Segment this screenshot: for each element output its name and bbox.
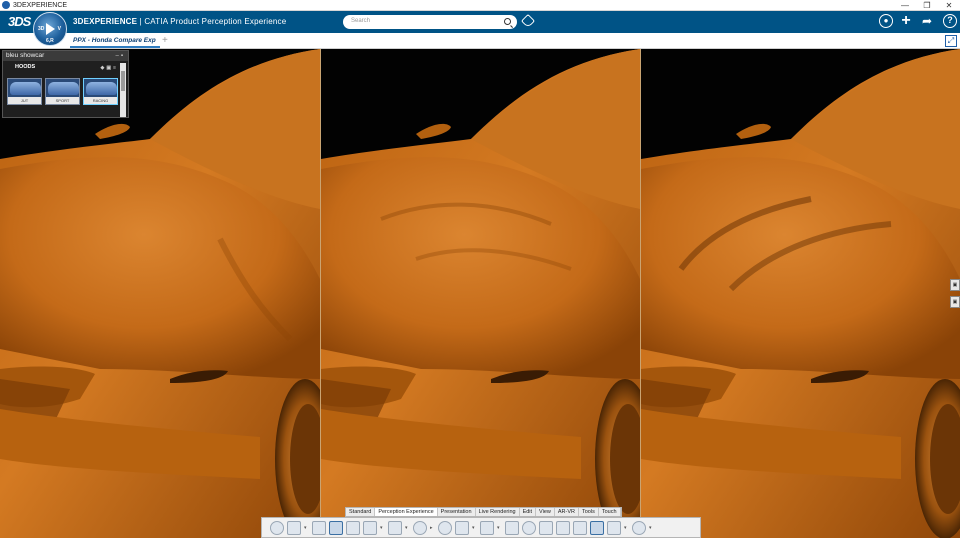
tab-ar-vr[interactable]: AR-VR xyxy=(555,508,579,516)
tab-presentation[interactable]: Presentation xyxy=(438,508,476,516)
share-icon[interactable]: ➦ xyxy=(920,14,934,28)
action-bar-tabs: Standard Perception Experience Presentat… xyxy=(345,507,622,517)
compass-left-label: 3D xyxy=(38,26,45,32)
variant-caption: JUT xyxy=(8,97,41,104)
showcar-panel[interactable]: bleu showcar –▪ HOODS ◆▣≡ JUT SPORT RACI… xyxy=(2,50,129,118)
panel-scrollbar[interactable] xyxy=(120,63,126,117)
car-thumbnail-image xyxy=(48,82,79,95)
walk-icon[interactable] xyxy=(388,520,402,535)
tab-tools[interactable]: Tools xyxy=(579,508,599,516)
dropdown-caret-icon[interactable]: ▾ xyxy=(497,525,502,531)
play-icon xyxy=(46,23,55,35)
variant-thumbnail-selected[interactable]: RACING xyxy=(83,78,118,105)
tab-live-rendering[interactable]: Live Rendering xyxy=(476,508,520,516)
camera-icon[interactable] xyxy=(607,520,621,535)
app-icon xyxy=(2,1,10,9)
draw-icon[interactable] xyxy=(455,520,469,535)
tab-edit[interactable]: Edit xyxy=(520,508,537,516)
dropdown-caret-icon[interactable]: ▾ xyxy=(380,525,385,531)
compass-bottom-label: 6,R xyxy=(46,38,54,44)
zoom-icon[interactable] xyxy=(270,520,284,535)
variant-thumbnail[interactable]: JUT xyxy=(7,78,42,105)
viewport-right[interactable] xyxy=(641,49,960,538)
viewport-middle[interactable] xyxy=(321,49,640,538)
side-panel-icon[interactable]: ▣ xyxy=(950,296,960,308)
tab-view[interactable]: View xyxy=(536,508,555,516)
compass-view-icon[interactable] xyxy=(413,520,427,535)
dropdown-caret-icon[interactable]: ▾ xyxy=(649,525,654,531)
tab-row: PPX - Honda Compare Exp + ⤢ xyxy=(0,33,960,49)
add-icon[interactable]: + xyxy=(899,13,913,29)
tab-perception-experience[interactable]: Perception Experience xyxy=(375,508,438,516)
dropdown-caret-icon[interactable]: ▾ xyxy=(405,525,410,531)
dropdown-caret-icon[interactable]: ▾ xyxy=(624,525,629,531)
box-icon[interactable] xyxy=(346,520,360,535)
dropdown-caret-icon[interactable]: ▾ xyxy=(472,525,477,531)
render-list-icon[interactable] xyxy=(287,520,301,535)
close-button[interactable]: ✕ xyxy=(938,0,960,11)
tab-ppx-honda[interactable]: PPX - Honda Compare Exp xyxy=(70,34,160,48)
magnify-icon[interactable] xyxy=(522,520,536,535)
action-bar: ▾ ▾ ▾ ▸ ▾ ▾ ▾ ▾ xyxy=(261,517,701,538)
tab-touch[interactable]: Touch xyxy=(599,508,621,516)
fullscreen-icon[interactable]: ⤢ xyxy=(945,35,957,47)
window-title: 3DEXPERIENCE xyxy=(13,1,68,9)
brand-name: 3DEXPERIENCE xyxy=(73,17,138,26)
car-thumbnail-image xyxy=(86,82,117,95)
dropdown-caret-icon[interactable]: ▾ xyxy=(304,525,309,531)
scrollbar-thumb[interactable] xyxy=(121,71,125,91)
car-render-right xyxy=(641,49,960,538)
variant-caption: SPORT xyxy=(46,97,79,104)
variant-thumbnail[interactable]: SPORT xyxy=(45,78,80,105)
add-tab-button[interactable]: + xyxy=(162,35,168,46)
group-icon[interactable] xyxy=(556,520,570,535)
search-icon[interactable] xyxy=(504,18,511,25)
panel-window-controls[interactable]: –▪ xyxy=(116,51,125,61)
car-render-middle xyxy=(321,49,640,538)
search-input[interactable]: Search xyxy=(343,15,517,29)
maximize-button[interactable]: ❐ xyxy=(916,0,938,11)
user-icon[interactable]: ● xyxy=(879,14,893,28)
os-title-bar: 3DEXPERIENCE — ❐ ✕ xyxy=(0,0,960,11)
stop-icon[interactable] xyxy=(438,520,452,535)
view-frame-icon[interactable] xyxy=(312,520,326,535)
hoods-section[interactable]: HOODS ◆▣≡ xyxy=(3,61,128,71)
compass-icon[interactable]: 3D V 6,R xyxy=(33,12,67,46)
car-thumbnail-image xyxy=(10,82,41,95)
bulk-icon[interactable] xyxy=(363,520,377,535)
brand-product: | CATIA Product Perception Experience xyxy=(137,17,287,26)
section-action-icons[interactable]: ◆▣≡ xyxy=(101,62,119,74)
app-window: 3DEXPERIENCE — ❐ ✕ 3DS 3D V 6,R 3DEXPERI… xyxy=(0,0,960,538)
variant-caption: RACING xyxy=(84,97,117,104)
help-icon[interactable]: ? xyxy=(943,14,957,28)
minimize-button[interactable]: — xyxy=(894,0,916,11)
compass-right-label: V xyxy=(57,26,61,32)
variant-thumbnails: JUT SPORT RACING xyxy=(7,78,118,105)
measure-icon[interactable] xyxy=(505,520,519,535)
car-render-left xyxy=(0,49,320,538)
ds-logo-icon[interactable]: 3DS xyxy=(8,14,31,29)
side-panel-icon[interactable]: ▣ xyxy=(950,279,960,291)
tab-standard[interactable]: Standard xyxy=(346,508,376,516)
viewport-left[interactable] xyxy=(0,49,320,538)
settings-icon[interactable] xyxy=(632,520,646,535)
showcar-panel-header[interactable]: bleu showcar –▪ xyxy=(3,51,128,61)
sketch-icon[interactable] xyxy=(480,520,494,535)
navigator-icon[interactable] xyxy=(590,520,604,535)
dropdown-caret-icon[interactable]: ▸ xyxy=(430,525,435,531)
app-brand: 3DEXPERIENCE | CATIA Product Perception … xyxy=(73,17,286,26)
view-select-icon[interactable] xyxy=(329,520,343,535)
zoom-area-icon[interactable] xyxy=(539,520,553,535)
hoods-section-label: HOODS xyxy=(15,64,36,70)
showcar-panel-title: bleu showcar xyxy=(6,52,45,59)
search-placeholder: Search xyxy=(351,18,371,24)
cube-icon[interactable] xyxy=(573,520,587,535)
